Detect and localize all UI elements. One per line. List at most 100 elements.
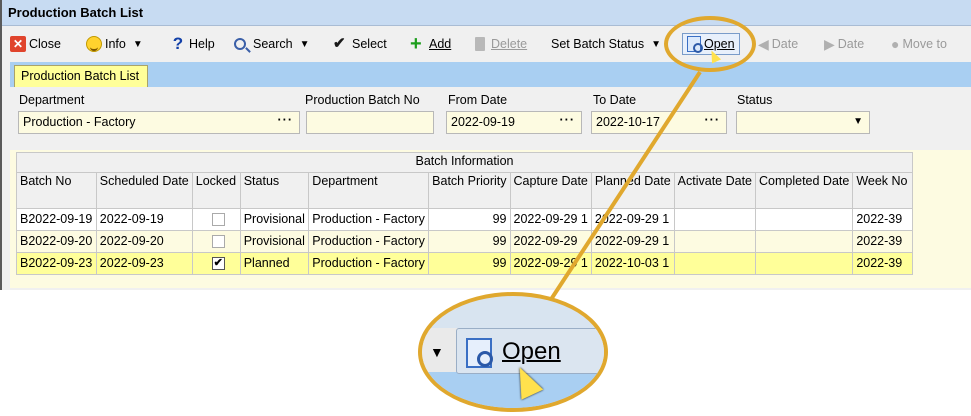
help-button[interactable]: ? Help — [170, 34, 215, 54]
ellipsis-icon[interactable]: ··· — [705, 113, 721, 127]
locked-checkbox[interactable] — [211, 213, 225, 227]
cell-department[interactable]: Production - Factory — [308, 252, 430, 275]
group-header: Batch Information — [16, 152, 913, 173]
plus-icon: + — [410, 33, 422, 55]
zoom-callout: ▼ Open — [418, 292, 608, 412]
close-label: Close — [29, 37, 61, 51]
locked-checkbox[interactable]: ✔ — [211, 257, 225, 271]
cell-week-no[interactable]: 2022-39 — [852, 208, 913, 231]
cell-batch-no[interactable]: B2022-09-20 — [16, 230, 97, 253]
table-row[interactable]: B2022-09-20 2022-09-20 Provisional Produ… — [16, 230, 913, 253]
ellipsis-icon[interactable]: ··· — [278, 113, 294, 127]
title-bar: Production Batch List — [2, 0, 971, 26]
circle-icon: ● — [891, 36, 900, 52]
column-header[interactable]: Completed Date — [754, 172, 854, 209]
cell-capture-date[interactable]: 2022-09-29 — [509, 230, 592, 253]
cell-status[interactable]: Provisional — [239, 208, 310, 231]
column-header[interactable]: Activate Date — [673, 172, 757, 209]
cell-completed-date[interactable] — [754, 252, 854, 275]
add-label: Add — [429, 37, 452, 51]
select-label: Select — [352, 37, 387, 51]
arrow-right-icon: ▶ — [824, 35, 835, 52]
from-date-label: From Date — [448, 93, 508, 107]
chevron-down-icon: ▼ — [430, 344, 444, 360]
cell-scheduled-date[interactable]: 2022-09-19 — [95, 208, 193, 231]
delete-button[interactable]: Delete — [472, 34, 527, 54]
department-value: Production - Factory — [23, 115, 136, 129]
column-header[interactable]: Status — [239, 172, 310, 209]
column-header[interactable]: Batch Priority — [428, 172, 511, 209]
set-batch-status-button[interactable]: Set Batch Status ▼ — [551, 34, 661, 54]
column-header[interactable]: Locked — [191, 172, 241, 209]
cell-completed-date[interactable] — [754, 230, 854, 253]
info-label: Info — [105, 37, 126, 51]
cell-planned-date[interactable]: 2022-09-29 1 — [590, 208, 675, 231]
department-field[interactable]: Production - Factory ··· — [18, 111, 300, 134]
close-icon: ✕ — [10, 36, 26, 52]
batch-no-field[interactable] — [306, 111, 434, 134]
date-next-button[interactable]: ▶ Date — [824, 34, 864, 54]
chevron-down-icon[interactable]: ▼ — [853, 116, 863, 127]
tab-production-batch-list[interactable]: Production Batch List — [14, 65, 149, 87]
add-button[interactable]: + Add — [410, 34, 451, 54]
ellipsis-icon[interactable]: ··· — [560, 113, 576, 127]
column-header[interactable]: Scheduled Date — [95, 172, 193, 209]
close-button[interactable]: ✕ Close — [10, 34, 61, 54]
cell-capture-date[interactable]: 2022-09-29 1 — [509, 252, 592, 275]
filter-panel: Department Production - Factory ··· Prod… — [10, 88, 971, 148]
table-row[interactable]: B2022-09-19 2022-09-19 Provisional Produ… — [16, 208, 913, 231]
smiley-icon — [86, 36, 102, 52]
chevron-down-icon[interactable]: ▼ — [133, 39, 143, 50]
cell-completed-date[interactable] — [754, 208, 854, 231]
cell-locked[interactable] — [191, 208, 241, 231]
cell-status[interactable]: Planned — [239, 252, 310, 275]
column-header[interactable]: Department — [308, 172, 430, 209]
cell-scheduled-date[interactable]: 2022-09-23 — [95, 252, 193, 275]
cell-activate-date[interactable] — [673, 252, 757, 275]
delete-label: Delete — [491, 37, 528, 51]
grid-area: Batch Information Batch No Scheduled Dat… — [10, 150, 971, 288]
cell-activate-date[interactable] — [673, 230, 757, 253]
move-to-label: Move to — [902, 37, 947, 51]
table-row-selected[interactable]: B2022-09-23 2022-09-23 ✔ Planned Product… — [16, 252, 913, 275]
cell-locked[interactable] — [191, 230, 241, 253]
info-button[interactable]: Info ▼ — [86, 34, 143, 54]
cell-priority[interactable]: 99 — [428, 230, 511, 253]
column-header[interactable]: Planned Date — [590, 172, 675, 209]
cell-capture-date[interactable]: 2022-09-29 1 — [509, 208, 592, 231]
cell-priority[interactable]: 99 — [428, 252, 511, 275]
from-date-field[interactable]: 2022-09-19 ··· — [446, 111, 582, 134]
search-button[interactable]: Search ▼ — [234, 34, 310, 54]
chevron-down-icon[interactable]: ▼ — [651, 39, 661, 50]
cell-status[interactable]: Provisional — [239, 230, 310, 253]
cell-batch-no[interactable]: B2022-09-23 — [16, 252, 97, 275]
cell-department[interactable]: Production - Factory — [308, 230, 430, 253]
cell-week-no[interactable]: 2022-39 — [852, 230, 913, 253]
set-batch-status-label: Set Batch Status — [551, 37, 645, 51]
open-document-icon — [466, 338, 493, 368]
cell-department[interactable]: Production - Factory — [308, 208, 430, 231]
tab-strip: Production Batch List — [10, 62, 971, 87]
cell-planned-date[interactable]: 2022-10-03 1 — [590, 252, 675, 275]
to-date-field[interactable]: 2022-10-17 ··· — [591, 111, 727, 134]
window-title: Production Batch List — [8, 5, 144, 20]
trash-icon — [475, 37, 485, 51]
column-header[interactable]: Capture Date — [509, 172, 592, 209]
date-previous-button[interactable]: ◀ Date — [758, 34, 798, 54]
cell-scheduled-date[interactable]: 2022-09-20 — [95, 230, 193, 253]
move-to-button[interactable]: ● Move to — [891, 34, 947, 54]
column-header[interactable]: Batch No — [16, 172, 97, 209]
cell-activate-date[interactable] — [673, 208, 757, 231]
locked-checkbox[interactable] — [211, 235, 225, 249]
column-header[interactable]: Week No — [852, 172, 913, 209]
status-select[interactable]: ▼ — [736, 111, 870, 134]
cell-week-no[interactable]: 2022-39 — [852, 252, 913, 275]
status-label: Status — [737, 93, 773, 107]
cell-planned-date[interactable]: 2022-09-29 1 — [590, 230, 675, 253]
cell-locked[interactable]: ✔ — [191, 252, 241, 275]
select-button[interactable]: ✔ Select — [333, 34, 387, 54]
chevron-down-icon[interactable]: ▼ — [300, 39, 310, 50]
production-batch-list-window: Production Batch List ✕ Close Info ▼ ? H… — [0, 0, 971, 290]
cell-batch-no[interactable]: B2022-09-19 — [16, 208, 97, 231]
cell-priority[interactable]: 99 — [428, 208, 511, 231]
